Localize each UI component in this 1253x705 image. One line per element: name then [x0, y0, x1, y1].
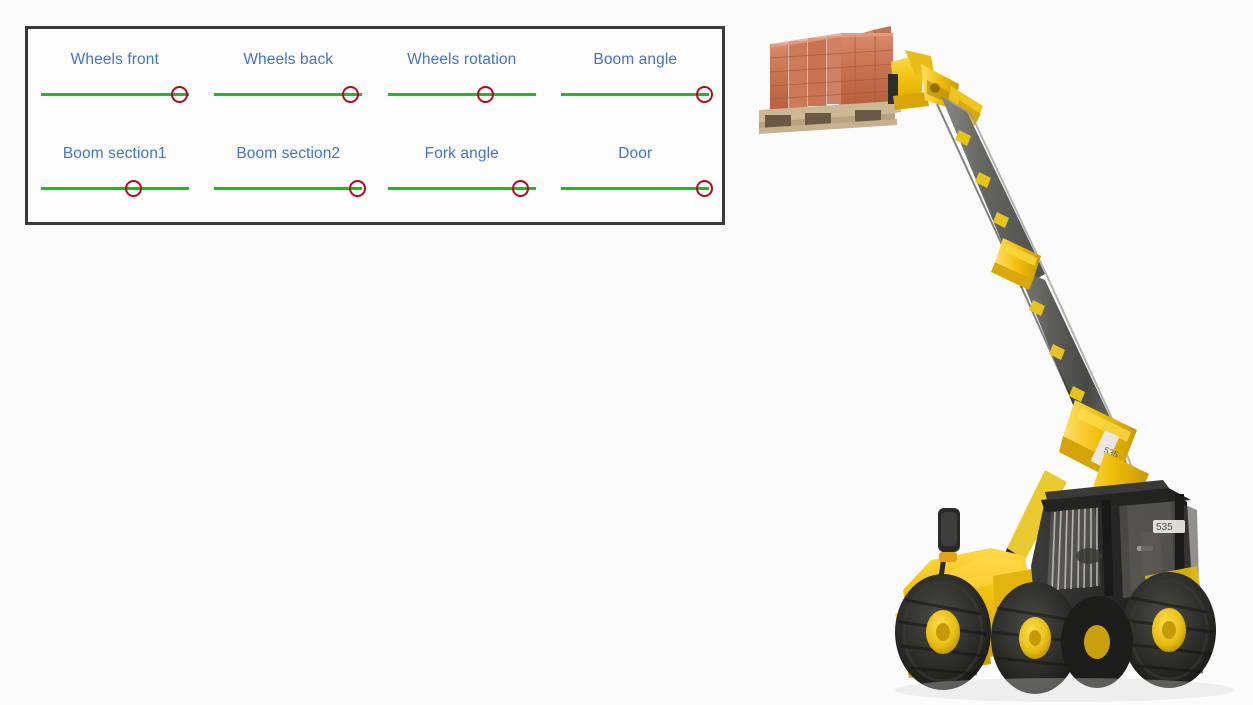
slider-label-boom-section2: Boom section2 [236, 145, 341, 162]
slider-widget-wheels-back[interactable] [214, 83, 363, 105]
slider-knob-wheels-rotation[interactable] [476, 85, 494, 103]
slider-wheels-back[interactable]: Wheels back [202, 35, 376, 115]
slider-knob-wheels-front[interactable] [171, 85, 189, 103]
slider-widget-wheels-front[interactable] [40, 83, 189, 105]
slider-widget-wheels-rotation[interactable] [387, 83, 536, 105]
slider-track-wheels-back[interactable] [214, 92, 363, 96]
ground-shadow [895, 678, 1235, 702]
slider-label-door: Door [618, 145, 653, 162]
brick-stack [769, 26, 894, 110]
slider-door[interactable]: Door [549, 129, 723, 209]
slider-boom-section1[interactable]: Boom section1 [28, 129, 202, 209]
wheel-front-left [1061, 596, 1133, 688]
slider-wheels-rotation[interactable]: Wheels rotation [375, 35, 549, 115]
slider-knob-door[interactable] [696, 179, 714, 197]
slider-label-wheels-rotation: Wheels rotation [407, 51, 517, 68]
slider-track-door[interactable] [561, 186, 710, 190]
slider-widget-boom-section2[interactable] [214, 177, 367, 199]
slider-label-boom-angle: Boom angle [593, 51, 678, 68]
slider-boom-section2[interactable]: Boom section2 [202, 129, 376, 209]
slider-widget-boom-angle[interactable] [561, 83, 714, 105]
slider-fork-angle[interactable]: Fork angle [375, 129, 549, 209]
slider-wheels-front[interactable]: Wheels front [28, 35, 202, 115]
svg-text:535: 535 [1156, 522, 1173, 533]
slider-widget-boom-section1[interactable] [40, 177, 189, 199]
slider-track-boom-section2[interactable] [214, 186, 363, 190]
telehandler-control-panel: Wheels front Wheels back Wheels rotation… [25, 26, 725, 225]
slider-track-wheels-rotation[interactable] [387, 92, 536, 96]
slider-row-2: Boom section1 Boom section2 Fork angle D… [28, 129, 722, 209]
wheels-group [895, 572, 1216, 694]
slider-knob-fork-angle[interactable] [512, 179, 530, 197]
wheel-front-right [1122, 572, 1216, 688]
slider-knob-wheels-back[interactable] [341, 85, 359, 103]
telehandler-scene: 535 535 [745, 0, 1253, 705]
slider-widget-door[interactable] [561, 177, 714, 199]
telehandler-illustration: 535 535 [759, 26, 1235, 702]
slider-track-wheels-front[interactable] [40, 92, 189, 96]
slider-boom-angle[interactable]: Boom angle [549, 35, 723, 115]
slider-row-1: Wheels front Wheels back Wheels rotation… [28, 35, 722, 115]
slider-track-boom-angle[interactable] [561, 92, 710, 96]
slider-knob-boom-section2[interactable] [349, 179, 367, 197]
slider-track-boom-section1[interactable] [40, 186, 189, 190]
slider-label-boom-section1: Boom section1 [62, 145, 167, 162]
slider-label-wheels-front: Wheels front [70, 51, 159, 68]
slider-label-wheels-back: Wheels back [243, 51, 334, 68]
slider-knob-boom-angle[interactable] [696, 85, 714, 103]
wheel-rear-left [895, 574, 991, 690]
slider-knob-boom-section1[interactable] [125, 179, 143, 197]
slider-widget-fork-angle[interactable] [387, 177, 536, 199]
slider-label-fork-angle: Fork angle [424, 145, 499, 162]
brick-pallet-load [759, 26, 901, 134]
